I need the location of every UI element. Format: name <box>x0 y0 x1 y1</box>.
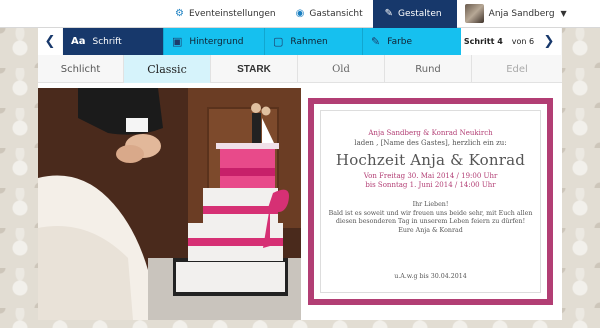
brush-icon: ✎ <box>371 35 381 48</box>
invitation-message: Ihr Lieben! Bald ist es soweit und wir f… <box>321 201 540 235</box>
invitation-preview: Anja Sandberg & Konrad Neukirch laden , … <box>38 83 562 320</box>
message-greeting: Ihr Lieben! <box>412 201 449 208</box>
wedding-cake-illustration <box>38 88 301 320</box>
style-tab-edel[interactable]: Edel <box>472 55 562 83</box>
to-prefix: bis <box>365 181 376 189</box>
style-tab-rund[interactable]: Rund <box>385 55 472 83</box>
end-datetime: bis Sonntag 1. Juni 2014 / 14:00 Uhr <box>321 181 540 189</box>
font-icon: Aa <box>71 36 86 47</box>
editor-toolbar: Aa Schrift ▣ Hintergrund ▢ Rahmen ✎ Farb… <box>38 28 562 55</box>
tool-color-label: Farbe <box>387 36 413 47</box>
style-tab-stark[interactable]: STARK <box>211 55 298 83</box>
user-menu[interactable]: Anja Sandberg ▼ <box>457 0 577 28</box>
tool-background-label: Hintergrund <box>189 36 244 47</box>
tool-font-label: Schrift <box>92 36 122 47</box>
previous-step-button[interactable]: ❮ <box>38 28 62 55</box>
step-indicator: Schritt 4 von 6 <box>461 28 537 55</box>
from-prefix: Von <box>363 172 377 180</box>
invite-line: laden , [Name des Gastes], herzlich ein … <box>354 139 507 147</box>
caret-down-icon: ▼ <box>560 9 567 18</box>
top-navigation-bar: ⚙ Eventeinstellungen ◉ Gastansicht ✎ Ges… <box>0 0 600 28</box>
tool-font[interactable]: Aa Schrift <box>63 28 163 55</box>
font-style-tabs: Schlicht Classic STARK Old Rund Edel <box>38 55 562 83</box>
event-title: Hochzeit Anja & Konrad <box>335 151 526 169</box>
event-settings-label: Eventeinstellungen <box>188 8 276 19</box>
gear-icon: ⚙ <box>175 8 184 19</box>
start-datetime: Von Freitag 30. Mai 2014 / 19:00 Uhr <box>321 172 540 180</box>
tool-color[interactable]: ✎ Farbe <box>362 28 461 55</box>
next-step-button[interactable]: ❯ <box>537 28 561 55</box>
avatar <box>464 4 484 23</box>
chevron-left-icon: ❮ <box>44 34 56 49</box>
step-total: von 6 <box>511 37 535 46</box>
tool-background[interactable]: ▣ Hintergrund <box>163 28 264 55</box>
style-tab-classic[interactable]: Classic <box>124 55 211 83</box>
guest-view-link[interactable]: ◉ Gastansicht <box>286 0 373 28</box>
design-tab[interactable]: ✎ Gestalten <box>372 0 457 28</box>
message-sign-off: Eure Anja & Konrad <box>398 226 463 234</box>
couple-names: Anja Sandberg & Konrad Neukirch <box>368 129 493 137</box>
wedding-photo <box>38 88 301 320</box>
step-current: Schritt 4 <box>463 37 503 46</box>
design-label: Gestalten <box>398 8 442 19</box>
message-line-1: Bald ist es soweit und wir freuen uns be… <box>328 209 533 217</box>
style-tab-schlicht[interactable]: Schlicht <box>38 55 124 83</box>
frame-icon: ▢ <box>273 35 284 48</box>
invitation-card: Anja Sandberg & Konrad Neukirch laden , … <box>320 110 541 293</box>
rsvp-deadline: u.A.w.g bis 30.04.2014 <box>394 273 467 280</box>
guest-view-label: Gastansicht <box>309 8 363 19</box>
user-name: Anja Sandberg <box>488 8 555 19</box>
style-tab-old[interactable]: Old <box>298 55 385 83</box>
tool-frame[interactable]: ▢ Rahmen <box>264 28 362 55</box>
pencil-icon: ✎ <box>384 8 394 19</box>
chevron-right-icon: ❯ <box>543 34 555 49</box>
invitation-card-frame[interactable]: Anja Sandberg & Konrad Neukirch laden , … <box>308 98 553 305</box>
eye-icon: ◉ <box>295 8 305 19</box>
to-date: Sonntag 1. Juni 2014 / 14:00 Uhr <box>377 181 496 189</box>
message-line-2: diesen besonderen Tag in unserem Leben f… <box>335 218 526 225</box>
tool-frame-label: Rahmen <box>290 36 328 47</box>
from-date: Freitag 30. Mai 2014 / 19:00 Uhr <box>379 172 498 180</box>
event-settings-link[interactable]: ⚙ Eventeinstellungen <box>165 0 286 28</box>
image-icon: ▣ <box>172 35 183 48</box>
